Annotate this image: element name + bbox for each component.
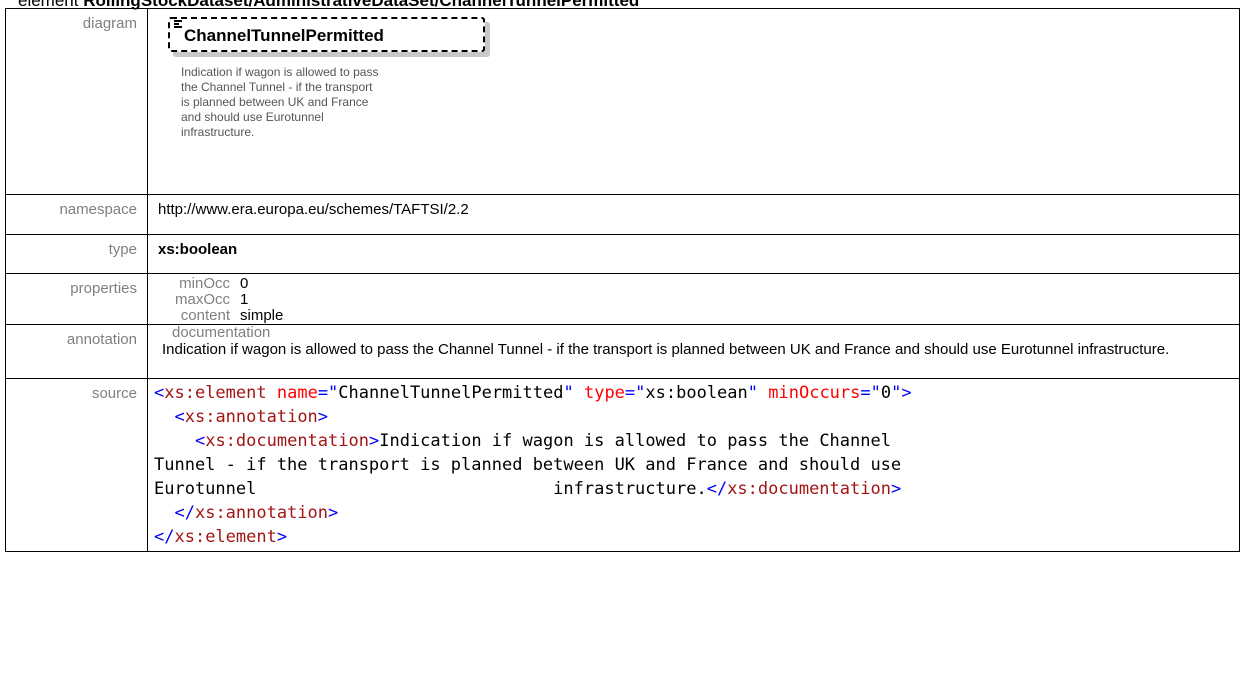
label-namespace: namespace: [5, 194, 148, 235]
annotation-text: Indication if wagon is allowed to pass t…: [162, 341, 1170, 358]
type-value[interactable]: xs:boolean: [147, 234, 1240, 274]
label-diagram: diagram: [5, 8, 148, 195]
prop-key-content: content: [180, 307, 230, 324]
element-doc-table: diagram ChannelTunnelPermitted Indicatio…: [5, 8, 1240, 552]
element-box[interactable]: ChannelTunnelPermitted: [168, 17, 485, 52]
prop-value-content: simple: [240, 307, 284, 324]
annotation-cell: documentation Indication if wagon is all…: [147, 324, 1240, 379]
element-name: ChannelTunnelPermitted: [184, 26, 384, 45]
label-annotation: annotation: [5, 324, 148, 379]
label-source: source: [5, 378, 148, 552]
properties-cell: minOcc 0 maxOcc 1 content simple: [147, 273, 1240, 325]
label-properties: properties: [5, 273, 148, 325]
source-cell: <xs:element name="ChannelTunnelPermitted…: [147, 378, 1240, 552]
prop-value-maxocc: 1: [240, 291, 249, 308]
namespace-value: http://www.era.europa.eu/schemes/TAFTSI/…: [147, 194, 1240, 235]
annotation-title: documentation: [172, 324, 271, 341]
row-source: source <xs:element name="ChannelTunnelPe…: [5, 378, 1240, 552]
properties-list: minOcc 0 maxOcc 1 content simple: [158, 276, 1229, 324]
list-icon: [174, 20, 182, 29]
prop-value-minocc: 0: [240, 275, 249, 292]
prop-key-maxocc: maxOcc: [174, 291, 230, 308]
element-documentation: Indication if wagon is allowed to pass t…: [181, 65, 379, 139]
row-diagram: diagram ChannelTunnelPermitted Indicatio…: [5, 8, 1240, 195]
element-diagram: ChannelTunnelPermitted Indication if wag…: [168, 17, 490, 187]
prop-key-minocc: minOcc: [179, 275, 230, 292]
label-type: type: [5, 234, 148, 274]
row-type: type xs:boolean: [5, 234, 1240, 274]
row-annotation: annotation documentation Indication if w…: [5, 324, 1240, 379]
row-properties: properties minOcc 0 maxOcc 1 content sim…: [5, 273, 1240, 325]
diagram-cell: ChannelTunnelPermitted Indication if wag…: [147, 8, 1240, 195]
source-code: <xs:element name="ChannelTunnelPermitted…: [154, 383, 912, 547]
row-namespace: namespace http://www.era.europa.eu/schem…: [5, 194, 1240, 235]
